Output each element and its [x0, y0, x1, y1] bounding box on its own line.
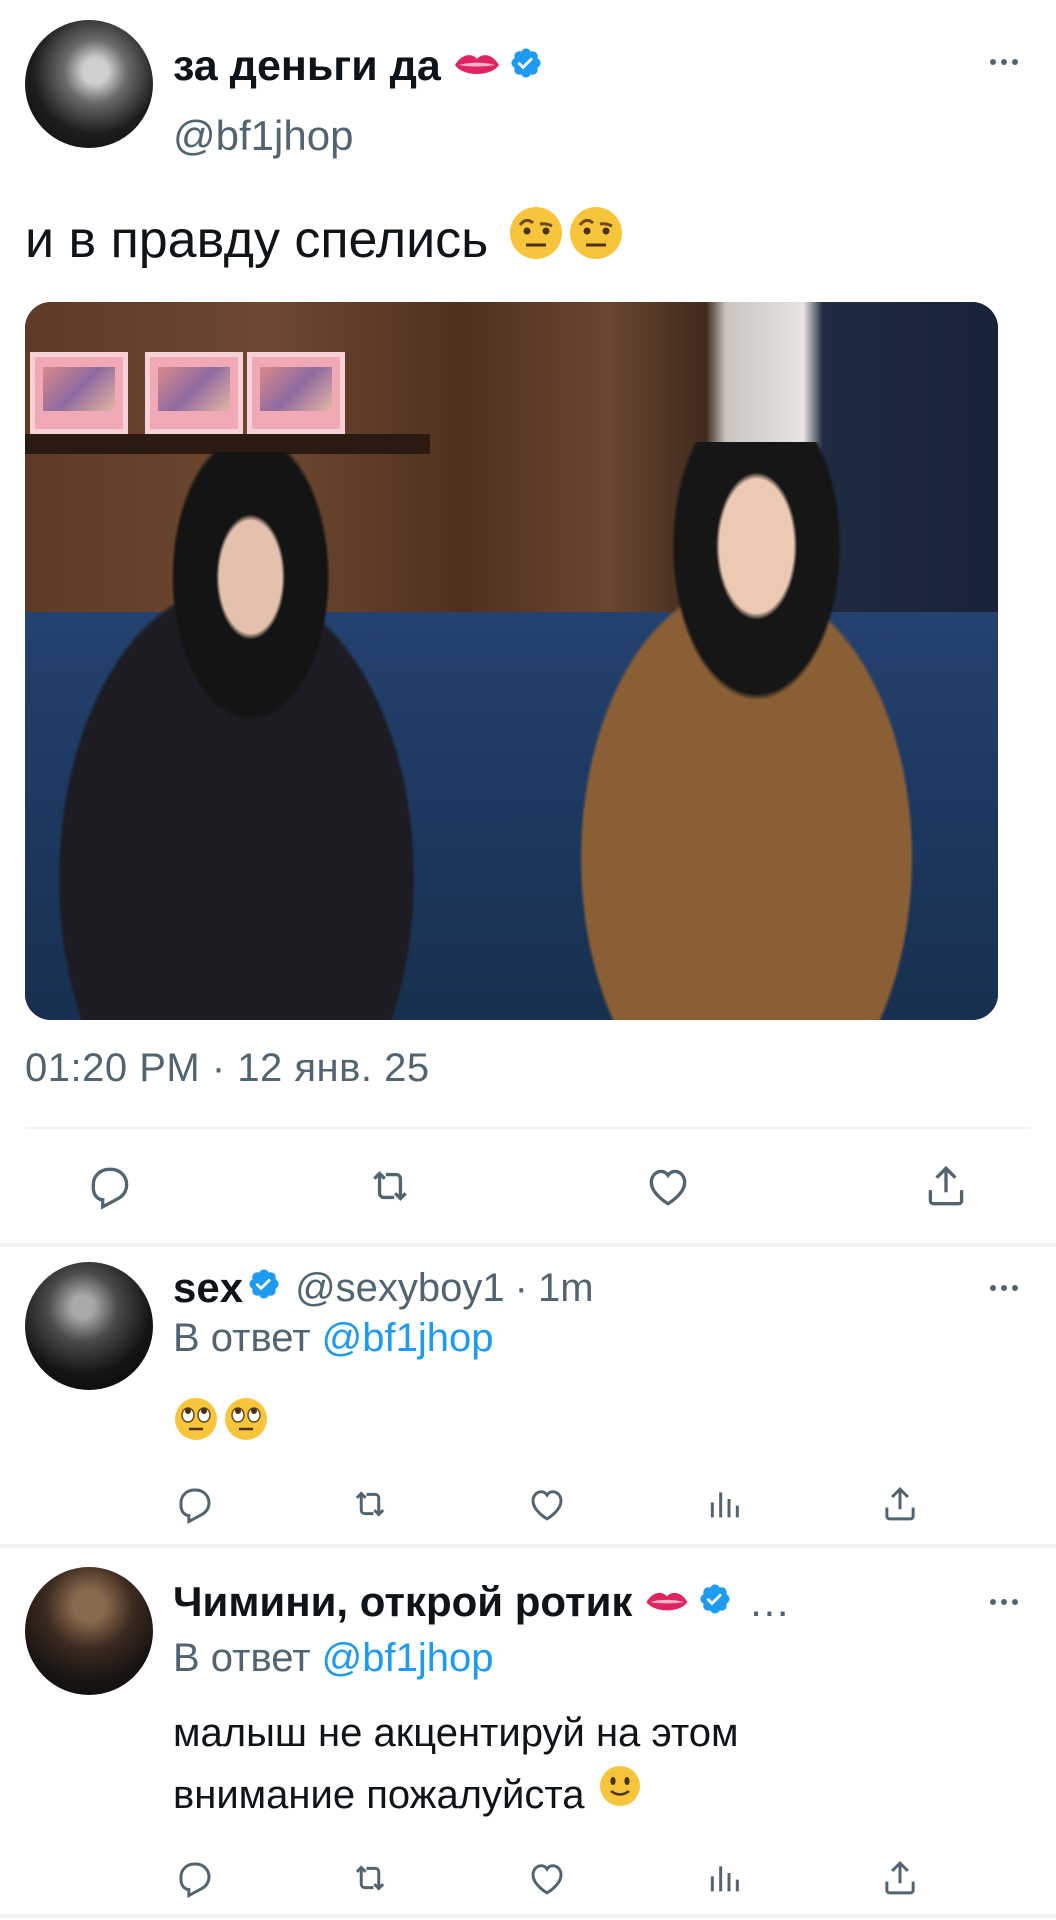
retweet-button[interactable] — [340, 1474, 400, 1534]
face-with-rolling-eyes-icon — [223, 1396, 269, 1447]
verified-badge-icon — [698, 1578, 732, 1626]
tweet-text-row: и в правду спелись — [25, 205, 624, 274]
reply2-action-bar — [0, 1848, 1056, 1908]
lips-icon — [644, 1578, 690, 1626]
display-name[interactable]: sex — [173, 1264, 243, 1312]
truncated-handle: … — [748, 1578, 791, 1625]
slightly-smiling-face-icon — [598, 1764, 642, 1826]
reply-text-line: малыш не акцентируй на этом — [173, 1711, 739, 1755]
reply1-action-bar — [0, 1474, 1056, 1534]
reply-to-prefix: В ответ — [173, 1636, 311, 1680]
tweet-text: и в правду спелись — [25, 210, 489, 269]
face-with-rolling-eyes-icon — [173, 1396, 219, 1447]
main-action-bar — [0, 1156, 1056, 1216]
verified-badge-icon — [247, 1266, 281, 1311]
face-with-raised-eyebrow-icon — [568, 205, 624, 274]
separator — [0, 1544, 1056, 1548]
reply-button[interactable] — [80, 1156, 140, 1216]
main-tweet-author-row: за деньги да — [173, 36, 543, 96]
author-handle[interactable]: @bf1jhop — [173, 112, 353, 160]
photo-person-right — [495, 442, 998, 1020]
divider — [25, 1127, 1031, 1129]
more-options-button[interactable] — [984, 1278, 1024, 1298]
reply-age[interactable]: 1m — [538, 1266, 594, 1311]
photo-frame — [145, 352, 243, 434]
reply-text-line-row: внимание пожалуйста — [173, 1764, 739, 1826]
reply1-text — [173, 1396, 269, 1447]
reply-icon — [179, 1488, 211, 1524]
retweet-icon — [355, 1491, 385, 1517]
analytics-icon — [710, 1866, 739, 1892]
avatar-bf1jhop[interactable] — [25, 20, 153, 148]
photo-frame — [247, 352, 345, 434]
more-options-button[interactable] — [984, 1592, 1024, 1612]
more-options-button[interactable] — [984, 52, 1024, 72]
reply1-author-row: sex @sexyboy1 · 1m — [173, 1262, 594, 1314]
avatar-sexyboy1[interactable] — [25, 1262, 153, 1390]
reply-to-line: В ответ @bf1jhop — [173, 1636, 494, 1681]
face-with-raised-eyebrow-icon — [508, 205, 564, 274]
share-icon — [885, 1487, 915, 1521]
separator — [0, 1914, 1056, 1918]
separator — [0, 1243, 1056, 1247]
reply-icon — [179, 1862, 211, 1898]
reply-to-line: В ответ @bf1jhop — [173, 1316, 494, 1361]
views-button[interactable] — [694, 1848, 754, 1908]
photo-person-left — [25, 452, 495, 1020]
reply-to-prefix: В ответ — [173, 1316, 311, 1360]
like-button[interactable] — [517, 1848, 577, 1908]
display-name[interactable]: за деньги да — [173, 42, 441, 91]
like-button[interactable] — [517, 1474, 577, 1534]
verified-badge-icon — [509, 42, 543, 91]
reply2-text: малыш не акцентируй на этом внимание пож… — [173, 1702, 739, 1826]
views-button[interactable] — [694, 1474, 754, 1534]
photo-shelf — [25, 434, 430, 454]
heart-icon — [531, 1490, 563, 1521]
reply-button[interactable] — [165, 1848, 225, 1908]
share-button[interactable] — [870, 1474, 930, 1534]
reply2-author-row: Чимини, открой ротик … — [173, 1576, 790, 1628]
share-button[interactable] — [870, 1848, 930, 1908]
analytics-icon — [710, 1492, 739, 1518]
reply-to-mention[interactable]: @bf1jhop — [322, 1636, 494, 1680]
retweet-icon — [373, 1171, 407, 1201]
reply-to-mention[interactable]: @bf1jhop — [322, 1316, 494, 1360]
retweet-icon — [355, 1865, 385, 1891]
share-button[interactable] — [916, 1156, 976, 1216]
photo-frame — [30, 352, 128, 434]
lips-icon — [453, 42, 501, 91]
reply-icon — [91, 1167, 129, 1210]
heart-icon — [649, 1169, 687, 1206]
heart-icon — [531, 1864, 563, 1895]
share-icon — [928, 1165, 964, 1206]
tweet-photo[interactable] — [25, 302, 998, 1020]
avatar-jimin[interactable] — [25, 1567, 153, 1695]
tweet-timestamp[interactable]: 01:20 PM · 12 янв. 25 — [25, 1046, 430, 1091]
author-handle[interactable]: @sexyboy1 — [295, 1266, 505, 1311]
share-icon — [885, 1861, 915, 1895]
display-name[interactable]: Чимини, открой ротик — [173, 1578, 632, 1626]
like-button[interactable] — [638, 1156, 698, 1216]
retweet-button[interactable] — [360, 1156, 420, 1216]
reply-button[interactable] — [165, 1474, 225, 1534]
meta-dot: · — [514, 1265, 528, 1310]
reply-text-line: внимание пожалуйста — [173, 1773, 585, 1817]
retweet-button[interactable] — [340, 1848, 400, 1908]
